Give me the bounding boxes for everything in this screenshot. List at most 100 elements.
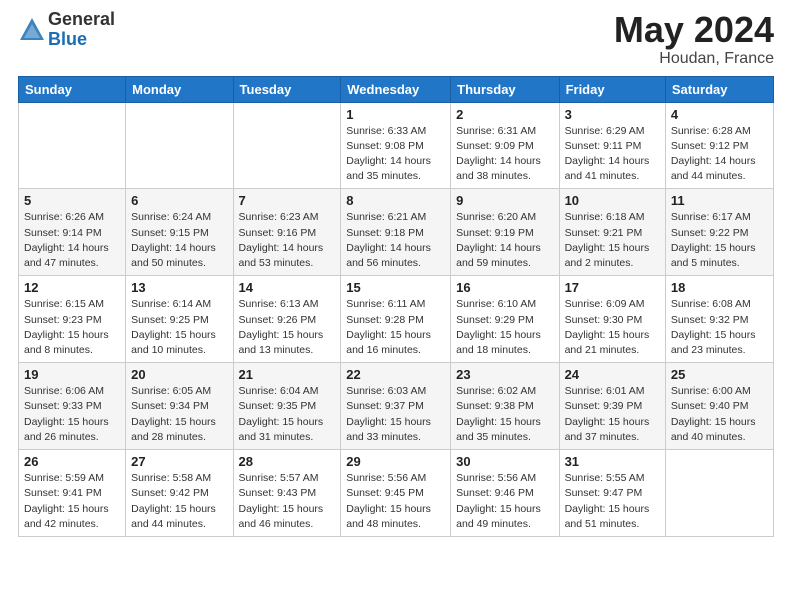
calendar-header-row: SundayMondayTuesdayWednesdayThursdayFrid… (19, 76, 774, 102)
day-info: Sunrise: 6:01 AMSunset: 9:39 PMDaylight:… (565, 384, 660, 445)
logo-text: General Blue (48, 10, 115, 50)
day-of-week-header: Saturday (665, 76, 773, 102)
calendar-cell: 7Sunrise: 6:23 AMSunset: 9:16 PMDaylight… (233, 189, 341, 276)
day-info: Sunrise: 6:11 AMSunset: 9:28 PMDaylight:… (346, 297, 445, 358)
day-number: 12 (24, 280, 120, 295)
day-info: Sunrise: 6:28 AMSunset: 9:12 PMDaylight:… (671, 124, 768, 185)
calendar-cell (233, 102, 341, 189)
day-number: 23 (456, 367, 553, 382)
title-location: Houdan, France (614, 50, 774, 68)
day-info: Sunrise: 6:06 AMSunset: 9:33 PMDaylight:… (24, 384, 120, 445)
calendar-cell: 13Sunrise: 6:14 AMSunset: 9:25 PMDayligh… (126, 276, 233, 363)
day-of-week-header: Thursday (451, 76, 559, 102)
header: General Blue May 2024 Houdan, France (18, 10, 774, 68)
day-number: 13 (131, 280, 227, 295)
day-info: Sunrise: 6:04 AMSunset: 9:35 PMDaylight:… (239, 384, 336, 445)
calendar-cell: 4 Sunrise: 6:28 AMSunset: 9:12 PMDaylight… (665, 102, 773, 189)
calendar-cell: 28 Sunrise: 5:57 AMSunset: 9:43 PMDayligh… (233, 450, 341, 537)
day-info: Sunrise: 6:08 AMSunset: 9:32 PMDaylight:… (671, 297, 768, 358)
calendar: SundayMondayTuesdayWednesdayThursdayFrid… (18, 76, 774, 537)
calendar-cell: 14Sunrise: 6:13 AMSunset: 9:26 PMDayligh… (233, 276, 341, 363)
calendar-cell: 27 Sunrise: 5:58 AMSunset: 9:42 PMDayligh… (126, 450, 233, 537)
calendar-cell: 15 Sunrise: 6:11 AMSunset: 9:28 PMDayligh… (341, 276, 451, 363)
day-number: 31 (565, 454, 660, 469)
day-info: Sunrise: 6:29 AMSunset: 9:11 PMDaylight:… (565, 124, 660, 185)
day-number: 29 (346, 454, 445, 469)
day-number: 2 (456, 107, 553, 122)
day-info: Sunrise: 6:23 AMSunset: 9:16 PMDaylight:… (239, 210, 336, 271)
calendar-cell: 23 Sunrise: 6:02 AMSunset: 9:38 PMDayligh… (451, 363, 559, 450)
day-info: Sunrise: 5:55 AMSunset: 9:47 PMDaylight:… (565, 471, 660, 532)
day-info: Sunrise: 6:17 AMSunset: 9:22 PMDaylight:… (671, 210, 768, 271)
calendar-cell: 26 Sunrise: 5:59 AMSunset: 9:41 PMDayligh… (19, 450, 126, 537)
day-number: 25 (671, 367, 768, 382)
calendar-cell: 9Sunrise: 6:20 AMSunset: 9:19 PMDaylight… (451, 189, 559, 276)
calendar-cell: 21 Sunrise: 6:04 AMSunset: 9:35 PMDayligh… (233, 363, 341, 450)
day-number: 3 (565, 107, 660, 122)
calendar-cell: 30Sunrise: 5:56 AMSunset: 9:46 PMDayligh… (451, 450, 559, 537)
day-number: 26 (24, 454, 120, 469)
calendar-cell (126, 102, 233, 189)
day-number: 20 (131, 367, 227, 382)
day-info: Sunrise: 6:05 AMSunset: 9:34 PMDaylight:… (131, 384, 227, 445)
day-info: Sunrise: 5:59 AMSunset: 9:41 PMDaylight:… (24, 471, 120, 532)
calendar-cell: 22Sunrise: 6:03 AMSunset: 9:37 PMDayligh… (341, 363, 451, 450)
day-number: 6 (131, 193, 227, 208)
day-info: Sunrise: 6:21 AMSunset: 9:18 PMDaylight:… (346, 210, 445, 271)
day-number: 17 (565, 280, 660, 295)
calendar-week-row: 1 Sunrise: 6:33 AMSunset: 9:08 PMDaylight… (19, 102, 774, 189)
day-info: Sunrise: 6:00 AMSunset: 9:40 PMDaylight:… (671, 384, 768, 445)
day-number: 15 (346, 280, 445, 295)
calendar-cell: 20 Sunrise: 6:05 AMSunset: 9:34 PMDayligh… (126, 363, 233, 450)
day-number: 18 (671, 280, 768, 295)
day-number: 1 (346, 107, 445, 122)
calendar-cell: 18 Sunrise: 6:08 AMSunset: 9:32 PMDayligh… (665, 276, 773, 363)
day-number: 4 (671, 107, 768, 122)
day-info: Sunrise: 6:33 AMSunset: 9:08 PMDaylight:… (346, 124, 445, 185)
day-number: 24 (565, 367, 660, 382)
calendar-cell: 29Sunrise: 5:56 AMSunset: 9:45 PMDayligh… (341, 450, 451, 537)
calendar-cell: 6 Sunrise: 6:24 AMSunset: 9:15 PMDaylight… (126, 189, 233, 276)
calendar-cell: 11Sunrise: 6:17 AMSunset: 9:22 PMDayligh… (665, 189, 773, 276)
day-info: Sunrise: 6:15 AMSunset: 9:23 PMDaylight:… (24, 297, 120, 358)
calendar-week-row: 5Sunrise: 6:26 AMSunset: 9:14 PMDaylight… (19, 189, 774, 276)
calendar-cell: 17Sunrise: 6:09 AMSunset: 9:30 PMDayligh… (559, 276, 665, 363)
day-number: 21 (239, 367, 336, 382)
day-info: Sunrise: 5:57 AMSunset: 9:43 PMDaylight:… (239, 471, 336, 532)
day-number: 30 (456, 454, 553, 469)
calendar-cell: 31 Sunrise: 5:55 AMSunset: 9:47 PMDayligh… (559, 450, 665, 537)
calendar-cell: 16 Sunrise: 6:10 AMSunset: 9:29 PMDayligh… (451, 276, 559, 363)
day-number: 19 (24, 367, 120, 382)
day-info: Sunrise: 6:26 AMSunset: 9:14 PMDaylight:… (24, 210, 120, 271)
day-number: 28 (239, 454, 336, 469)
logo-icon (18, 16, 46, 44)
calendar-cell: 24 Sunrise: 6:01 AMSunset: 9:39 PMDayligh… (559, 363, 665, 450)
calendar-week-row: 19 Sunrise: 6:06 AMSunset: 9:33 PMDayligh… (19, 363, 774, 450)
logo: General Blue (18, 10, 115, 50)
day-of-week-header: Friday (559, 76, 665, 102)
calendar-week-row: 12 Sunrise: 6:15 AMSunset: 9:23 PMDayligh… (19, 276, 774, 363)
day-info: Sunrise: 6:20 AMSunset: 9:19 PMDaylight:… (456, 210, 553, 271)
day-number: 8 (346, 193, 445, 208)
day-number: 14 (239, 280, 336, 295)
day-info: Sunrise: 6:24 AMSunset: 9:15 PMDaylight:… (131, 210, 227, 271)
day-info: Sunrise: 6:10 AMSunset: 9:29 PMDaylight:… (456, 297, 553, 358)
day-of-week-header: Sunday (19, 76, 126, 102)
day-number: 10 (565, 193, 660, 208)
day-number: 27 (131, 454, 227, 469)
calendar-cell (665, 450, 773, 537)
page: General Blue May 2024 Houdan, France Sun… (0, 0, 792, 612)
calendar-cell: 3 Sunrise: 6:29 AMSunset: 9:11 PMDaylight… (559, 102, 665, 189)
day-of-week-header: Tuesday (233, 76, 341, 102)
day-info: Sunrise: 6:02 AMSunset: 9:38 PMDaylight:… (456, 384, 553, 445)
calendar-cell: 12 Sunrise: 6:15 AMSunset: 9:23 PMDayligh… (19, 276, 126, 363)
day-number: 16 (456, 280, 553, 295)
calendar-cell: 10 Sunrise: 6:18 AMSunset: 9:21 PMDayligh… (559, 189, 665, 276)
calendar-cell: 1 Sunrise: 6:33 AMSunset: 9:08 PMDaylight… (341, 102, 451, 189)
day-info: Sunrise: 6:03 AMSunset: 9:37 PMDaylight:… (346, 384, 445, 445)
day-info: Sunrise: 5:58 AMSunset: 9:42 PMDaylight:… (131, 471, 227, 532)
logo-general: General (48, 10, 115, 30)
day-info: Sunrise: 6:18 AMSunset: 9:21 PMDaylight:… (565, 210, 660, 271)
calendar-cell: 19 Sunrise: 6:06 AMSunset: 9:33 PMDayligh… (19, 363, 126, 450)
logo-blue: Blue (48, 30, 115, 50)
